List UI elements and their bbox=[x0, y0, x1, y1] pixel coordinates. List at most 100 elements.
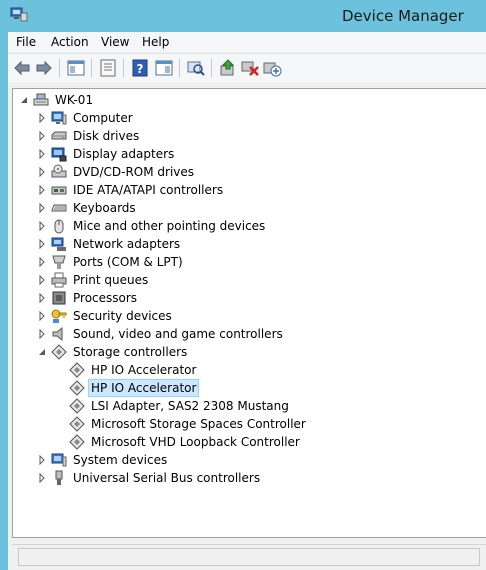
toolbar: ? bbox=[8, 53, 486, 82]
forward-icon[interactable] bbox=[34, 58, 54, 78]
show-hide-console-tree-icon[interactable] bbox=[66, 58, 86, 78]
tree-item-ports[interactable]: Ports (COM & LPT) bbox=[13, 253, 483, 271]
toolbar-separator bbox=[211, 59, 212, 77]
tree-item-label: DVD/CD-ROM drives bbox=[73, 165, 195, 179]
storage-controller-icon bbox=[69, 362, 85, 378]
dvd-drive-icon bbox=[51, 164, 67, 178]
menu-view[interactable]: View bbox=[101, 35, 129, 49]
tree-child-label: HP IO Accelerator bbox=[91, 363, 197, 377]
status-field bbox=[18, 548, 480, 566]
expand-arrow-icon[interactable] bbox=[37, 113, 47, 123]
tree-item-print-queues[interactable]: Print queues bbox=[13, 271, 483, 289]
tree-child-label: Microsoft VHD Loopback Controller bbox=[91, 435, 300, 449]
keyboard-icon bbox=[51, 204, 67, 212]
tree-item-label: Processors bbox=[73, 291, 138, 305]
expand-arrow-icon[interactable] bbox=[37, 203, 47, 213]
collapse-arrow-icon[interactable] bbox=[19, 95, 29, 105]
menu-file[interactable]: File bbox=[16, 35, 36, 49]
tree-item-label: Keyboards bbox=[73, 201, 136, 215]
toolbar-separator bbox=[123, 59, 124, 77]
add-legacy-hardware-icon[interactable] bbox=[262, 58, 282, 78]
tree-item-keyboards[interactable]: Keyboards bbox=[13, 199, 483, 217]
svg-text:?: ? bbox=[137, 62, 144, 76]
expand-arrow-icon[interactable] bbox=[37, 167, 47, 177]
expand-arrow-icon[interactable] bbox=[37, 311, 47, 321]
collapse-arrow-icon[interactable] bbox=[37, 347, 47, 357]
tree-root-row[interactable]: WK-01 bbox=[13, 91, 483, 109]
update-driver-icon[interactable] bbox=[218, 58, 238, 78]
tree-child-label-selected: HP IO Accelerator bbox=[88, 379, 200, 397]
tree-item-processors[interactable]: Processors bbox=[13, 289, 483, 307]
tree-item-mice[interactable]: Mice and other pointing devices bbox=[13, 217, 483, 235]
tree-item-display-adapters[interactable]: Display adapters bbox=[13, 145, 483, 163]
tree-item-ide-controllers[interactable]: IDE ATA/ATAPI controllers bbox=[13, 181, 483, 199]
tree-child-label: Microsoft Storage Spaces Controller bbox=[91, 417, 306, 431]
expand-arrow-icon[interactable] bbox=[37, 455, 47, 465]
security-key-icon bbox=[51, 309, 67, 323]
help-icon[interactable]: ? bbox=[130, 58, 150, 78]
port-icon bbox=[52, 255, 66, 269]
device-manager-app-icon[interactable] bbox=[10, 6, 28, 22]
tree-item-security-devices[interactable]: Security devices bbox=[13, 307, 483, 325]
tree-item-sound-video-game[interactable]: Sound, video and game controllers bbox=[13, 325, 483, 343]
menu-help[interactable]: Help bbox=[142, 35, 169, 49]
tree-child-ms-storage-spaces[interactable]: Microsoft Storage Spaces Controller bbox=[13, 415, 483, 433]
device-tree[interactable]: WK-01 Computer Disk drives Display adapt… bbox=[12, 88, 486, 538]
tree-item-label: Mice and other pointing devices bbox=[73, 219, 266, 233]
usb-icon bbox=[55, 470, 63, 485]
action-pane-icon[interactable] bbox=[154, 58, 174, 78]
tree-item-label: System devices bbox=[73, 453, 168, 467]
tree-item-label: Sound, video and game controllers bbox=[73, 327, 283, 341]
tree-item-usb-controllers[interactable]: Universal Serial Bus controllers bbox=[13, 469, 483, 487]
tree-item-computer[interactable]: Computer bbox=[13, 109, 483, 127]
expand-arrow-icon[interactable] bbox=[37, 221, 47, 231]
expand-arrow-icon[interactable] bbox=[37, 293, 47, 303]
expand-arrow-icon[interactable] bbox=[37, 275, 47, 285]
status-bar bbox=[12, 544, 486, 567]
computer-icon bbox=[51, 111, 67, 125]
storage-controller-icon bbox=[51, 344, 67, 360]
back-icon[interactable] bbox=[12, 58, 32, 78]
expand-arrow-icon[interactable] bbox=[37, 149, 47, 159]
tree-item-label: Print queues bbox=[73, 273, 149, 287]
ide-controller-icon bbox=[51, 186, 67, 195]
storage-controller-icon bbox=[69, 434, 85, 450]
toolbar-separator bbox=[179, 59, 180, 77]
tree-item-system-devices[interactable]: System devices bbox=[13, 451, 483, 469]
tree-item-network-adapters[interactable]: Network adapters bbox=[13, 235, 483, 253]
mouse-icon bbox=[54, 219, 64, 234]
toolbar-separator bbox=[91, 59, 92, 77]
properties-icon[interactable] bbox=[98, 58, 118, 78]
expand-arrow-icon[interactable] bbox=[37, 185, 47, 195]
expand-arrow-icon[interactable] bbox=[37, 257, 47, 267]
tree-item-disk-drives[interactable]: Disk drives bbox=[13, 127, 483, 145]
tree-child-ms-vhd-loopback[interactable]: Microsoft VHD Loopback Controller bbox=[13, 433, 483, 451]
tree-item-label: Computer bbox=[73, 111, 133, 125]
tree-item-label: IDE ATA/ATAPI controllers bbox=[73, 183, 224, 197]
tree-child-lsi-adapter[interactable]: LSI Adapter, SAS2 2308 Mustang bbox=[13, 397, 483, 415]
expand-arrow-icon[interactable] bbox=[37, 239, 47, 249]
title-bar[interactable]: Device Manager bbox=[4, 0, 486, 32]
processor-icon bbox=[52, 291, 66, 305]
menu-action[interactable]: Action bbox=[51, 35, 89, 49]
storage-controller-icon bbox=[69, 398, 85, 414]
uninstall-device-icon[interactable] bbox=[240, 58, 260, 78]
display-adapter-icon bbox=[51, 147, 67, 162]
printer-icon bbox=[51, 272, 67, 288]
tree-item-label: Universal Serial Bus controllers bbox=[73, 471, 261, 485]
expand-arrow-icon[interactable] bbox=[37, 329, 47, 339]
tree-child-label: LSI Adapter, SAS2 2308 Mustang bbox=[91, 399, 289, 413]
tree-child-hp-io-accelerator-2[interactable]: HP IO Accelerator bbox=[13, 379, 483, 397]
computer-icon bbox=[33, 93, 49, 106]
tree-item-storage-controllers[interactable]: Storage controllers bbox=[13, 343, 483, 361]
tree-child-hp-io-accelerator-1[interactable]: HP IO Accelerator bbox=[13, 361, 483, 379]
client-area: File Action View Help ? WK-01 Computer D… bbox=[8, 32, 486, 570]
speaker-icon bbox=[52, 326, 63, 342]
tree-item-label: Network adapters bbox=[73, 237, 181, 251]
toolbar-separator bbox=[59, 59, 60, 77]
expand-arrow-icon[interactable] bbox=[37, 473, 47, 483]
tree-item-dvd-cdrom-drives[interactable]: DVD/CD-ROM drives bbox=[13, 163, 483, 181]
window-title: Device Manager bbox=[342, 7, 464, 25]
scan-hardware-icon[interactable] bbox=[186, 58, 206, 78]
expand-arrow-icon[interactable] bbox=[37, 131, 47, 141]
